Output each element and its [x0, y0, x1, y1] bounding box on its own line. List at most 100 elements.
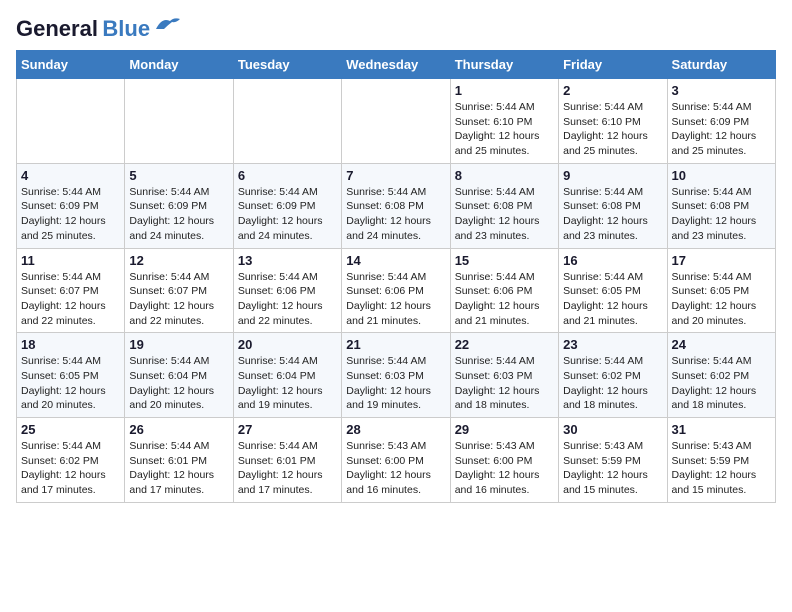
day-info: Sunrise: 5:44 AM Sunset: 6:08 PM Dayligh…	[672, 185, 771, 244]
day-info: Sunrise: 5:44 AM Sunset: 6:09 PM Dayligh…	[238, 185, 337, 244]
calendar-week-2: 4 Sunrise: 5:44 AM Sunset: 6:09 PM Daylig…	[17, 163, 776, 248]
day-info: Sunrise: 5:44 AM Sunset: 6:10 PM Dayligh…	[455, 100, 554, 159]
calendar-cell: 30 Sunrise: 5:43 AM Sunset: 5:59 PM Dayli…	[559, 418, 667, 503]
calendar-cell: 15Sunrise: 5:44 AM Sunset: 6:06 PM Dayli…	[450, 248, 558, 333]
calendar-header-row: SundayMondayTuesdayWednesdayThursdayFrid…	[17, 51, 776, 79]
logo: General Blue	[16, 16, 182, 42]
day-info: Sunrise: 5:44 AM Sunset: 6:03 PM Dayligh…	[346, 354, 445, 413]
day-number: 29	[455, 422, 554, 437]
day-number: 6	[238, 168, 337, 183]
calendar-cell: 20 Sunrise: 5:44 AM Sunset: 6:04 PM Dayli…	[233, 333, 341, 418]
calendar-cell: 11Sunrise: 5:44 AM Sunset: 6:07 PM Dayli…	[17, 248, 125, 333]
day-info: Sunrise: 5:44 AM Sunset: 6:09 PM Dayligh…	[672, 100, 771, 159]
day-info: Sunrise: 5:43 AM Sunset: 6:00 PM Dayligh…	[455, 439, 554, 498]
calendar-cell: 1 Sunrise: 5:44 AM Sunset: 6:10 PM Daylig…	[450, 79, 558, 164]
calendar-cell: 29 Sunrise: 5:43 AM Sunset: 6:00 PM Dayli…	[450, 418, 558, 503]
calendar-header-friday: Friday	[559, 51, 667, 79]
calendar-cell: 5Sunrise: 5:44 AM Sunset: 6:09 PM Daylig…	[125, 163, 233, 248]
day-info: Sunrise: 5:44 AM Sunset: 6:08 PM Dayligh…	[455, 185, 554, 244]
day-number: 10	[672, 168, 771, 183]
calendar-week-5: 25 Sunrise: 5:44 AM Sunset: 6:02 PM Dayli…	[17, 418, 776, 503]
calendar-cell	[233, 79, 341, 164]
day-number: 7	[346, 168, 445, 183]
calendar-cell: 12Sunrise: 5:44 AM Sunset: 6:07 PM Dayli…	[125, 248, 233, 333]
calendar-cell: 7 Sunrise: 5:44 AM Sunset: 6:08 PM Daylig…	[342, 163, 450, 248]
calendar-header-saturday: Saturday	[667, 51, 775, 79]
day-info: Sunrise: 5:44 AM Sunset: 6:01 PM Dayligh…	[129, 439, 228, 498]
day-info: Sunrise: 5:44 AM Sunset: 6:08 PM Dayligh…	[346, 185, 445, 244]
day-info: Sunrise: 5:44 AM Sunset: 6:06 PM Dayligh…	[346, 270, 445, 329]
day-number: 19	[129, 337, 228, 352]
day-number: 18	[21, 337, 120, 352]
day-number: 9	[563, 168, 662, 183]
day-info: Sunrise: 5:44 AM Sunset: 6:06 PM Dayligh…	[455, 270, 554, 329]
day-number: 2	[563, 83, 662, 98]
calendar-week-1: 1 Sunrise: 5:44 AM Sunset: 6:10 PM Daylig…	[17, 79, 776, 164]
day-info: Sunrise: 5:44 AM Sunset: 6:02 PM Dayligh…	[563, 354, 662, 413]
day-info: Sunrise: 5:44 AM Sunset: 6:02 PM Dayligh…	[21, 439, 120, 498]
day-info: Sunrise: 5:43 AM Sunset: 6:00 PM Dayligh…	[346, 439, 445, 498]
calendar-cell	[125, 79, 233, 164]
calendar-header-tuesday: Tuesday	[233, 51, 341, 79]
day-info: Sunrise: 5:44 AM Sunset: 6:03 PM Dayligh…	[455, 354, 554, 413]
calendar-week-4: 18 Sunrise: 5:44 AM Sunset: 6:05 PM Dayli…	[17, 333, 776, 418]
day-number: 13	[238, 253, 337, 268]
calendar-cell: 9 Sunrise: 5:44 AM Sunset: 6:08 PM Daylig…	[559, 163, 667, 248]
day-info: Sunrise: 5:44 AM Sunset: 6:01 PM Dayligh…	[238, 439, 337, 498]
day-number: 31	[672, 422, 771, 437]
day-info: Sunrise: 5:44 AM Sunset: 6:09 PM Dayligh…	[129, 185, 228, 244]
calendar-cell: 24Sunrise: 5:44 AM Sunset: 6:02 PM Dayli…	[667, 333, 775, 418]
calendar-week-3: 11 Sunrise: 5:44 AM Sunset: 6:07 PM Dayli…	[17, 248, 776, 333]
day-number: 11	[21, 253, 120, 268]
calendar-header-thursday: Thursday	[450, 51, 558, 79]
day-number: 30	[563, 422, 662, 437]
calendar-cell	[342, 79, 450, 164]
calendar-cell: 8 Sunrise: 5:44 AM Sunset: 6:08 PM Daylig…	[450, 163, 558, 248]
logo-blue: Blue	[102, 16, 150, 41]
day-number: 28	[346, 422, 445, 437]
day-info: Sunrise: 5:44 AM Sunset: 6:10 PM Dayligh…	[563, 100, 662, 159]
calendar-cell: 25 Sunrise: 5:44 AM Sunset: 6:02 PM Dayli…	[17, 418, 125, 503]
day-number: 24	[672, 337, 771, 352]
logo-bird-icon	[154, 15, 182, 35]
day-number: 14	[346, 253, 445, 268]
page-header: General Blue	[16, 16, 776, 42]
calendar-cell: 23 Sunrise: 5:44 AM Sunset: 6:02 PM Dayli…	[559, 333, 667, 418]
calendar-cell: 19 Sunrise: 5:44 AM Sunset: 6:04 PM Dayli…	[125, 333, 233, 418]
day-info: Sunrise: 5:43 AM Sunset: 5:59 PM Dayligh…	[672, 439, 771, 498]
day-info: Sunrise: 5:44 AM Sunset: 6:04 PM Dayligh…	[129, 354, 228, 413]
day-info: Sunrise: 5:44 AM Sunset: 6:05 PM Dayligh…	[672, 270, 771, 329]
day-info: Sunrise: 5:44 AM Sunset: 6:09 PM Dayligh…	[21, 185, 120, 244]
day-number: 23	[563, 337, 662, 352]
day-number: 1	[455, 83, 554, 98]
calendar-cell: 28 Sunrise: 5:43 AM Sunset: 6:00 PM Dayli…	[342, 418, 450, 503]
day-info: Sunrise: 5:44 AM Sunset: 6:08 PM Dayligh…	[563, 185, 662, 244]
calendar-cell: 27 Sunrise: 5:44 AM Sunset: 6:01 PM Dayli…	[233, 418, 341, 503]
day-number: 20	[238, 337, 337, 352]
calendar-cell: 13 Sunrise: 5:44 AM Sunset: 6:06 PM Dayli…	[233, 248, 341, 333]
calendar-cell: 14 Sunrise: 5:44 AM Sunset: 6:06 PM Dayli…	[342, 248, 450, 333]
calendar-header-sunday: Sunday	[17, 51, 125, 79]
day-number: 21	[346, 337, 445, 352]
calendar-cell	[17, 79, 125, 164]
calendar-cell: 21 Sunrise: 5:44 AM Sunset: 6:03 PM Dayli…	[342, 333, 450, 418]
calendar-cell: 16Sunrise: 5:44 AM Sunset: 6:05 PM Dayli…	[559, 248, 667, 333]
calendar-cell: 26 Sunrise: 5:44 AM Sunset: 6:01 PM Dayli…	[125, 418, 233, 503]
calendar-cell: 2 Sunrise: 5:44 AM Sunset: 6:10 PM Daylig…	[559, 79, 667, 164]
day-number: 27	[238, 422, 337, 437]
day-info: Sunrise: 5:44 AM Sunset: 6:07 PM Dayligh…	[129, 270, 228, 329]
calendar-header-wednesday: Wednesday	[342, 51, 450, 79]
day-number: 4	[21, 168, 120, 183]
day-info: Sunrise: 5:44 AM Sunset: 6:06 PM Dayligh…	[238, 270, 337, 329]
day-info: Sunrise: 5:44 AM Sunset: 6:04 PM Dayligh…	[238, 354, 337, 413]
calendar-cell: 4 Sunrise: 5:44 AM Sunset: 6:09 PM Daylig…	[17, 163, 125, 248]
calendar-cell: 10 Sunrise: 5:44 AM Sunset: 6:08 PM Dayli…	[667, 163, 775, 248]
day-info: Sunrise: 5:44 AM Sunset: 6:05 PM Dayligh…	[563, 270, 662, 329]
day-number: 17	[672, 253, 771, 268]
day-info: Sunrise: 5:44 AM Sunset: 6:05 PM Dayligh…	[21, 354, 120, 413]
day-number: 8	[455, 168, 554, 183]
day-number: 26	[129, 422, 228, 437]
day-info: Sunrise: 5:43 AM Sunset: 5:59 PM Dayligh…	[563, 439, 662, 498]
day-number: 25	[21, 422, 120, 437]
calendar-cell: 22Sunrise: 5:44 AM Sunset: 6:03 PM Dayli…	[450, 333, 558, 418]
